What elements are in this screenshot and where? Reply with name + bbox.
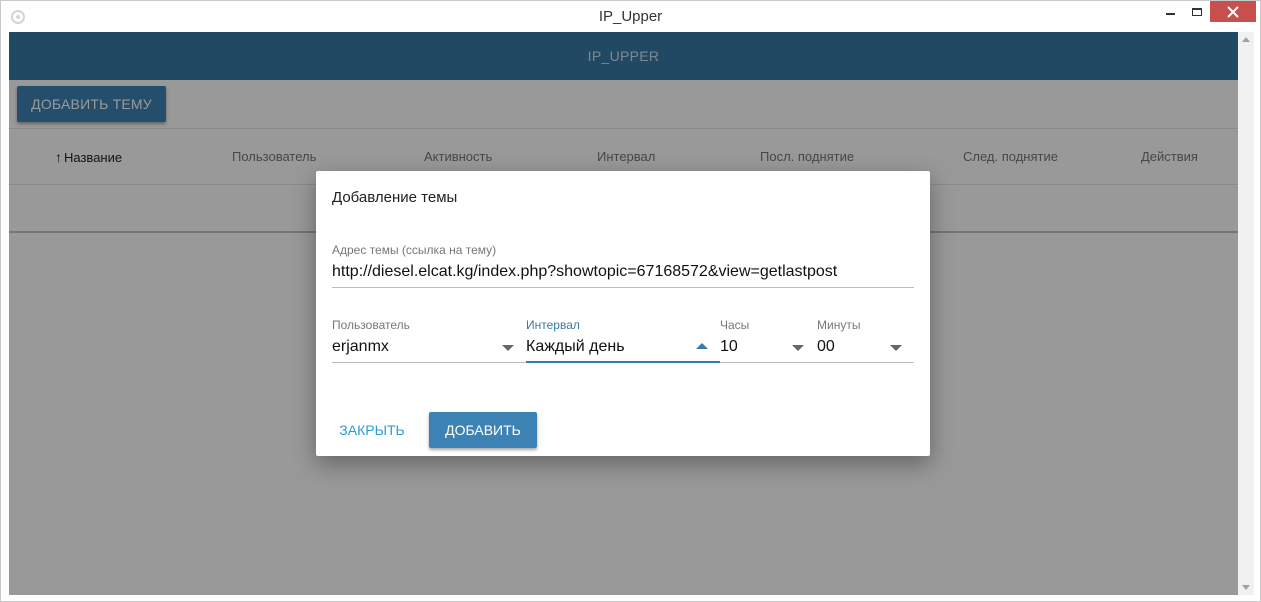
interval-select-label: Интервал: [526, 318, 580, 332]
vertical-scrollbar[interactable]: [1238, 32, 1254, 595]
dialog-title: Добавление темы: [332, 189, 458, 206]
dialog-add-button[interactable]: ДОБАВИТЬ: [429, 412, 537, 448]
interval-select-value[interactable]: Каждый день: [526, 338, 625, 356]
scroll-up-icon[interactable]: [1242, 37, 1250, 42]
minutes-select-underline: [817, 362, 914, 363]
minimize-button[interactable]: [1156, 1, 1184, 22]
scroll-down-icon[interactable]: [1242, 585, 1250, 590]
topic-url-underline: [332, 287, 914, 288]
dialog-close-button[interactable]: ЗАКРЫТЬ: [332, 412, 412, 448]
window-close-button[interactable]: [1210, 1, 1256, 22]
interval-select-underline: [526, 361, 720, 363]
interval-dropdown-icon[interactable]: [696, 343, 708, 349]
user-select-label: Пользователь: [332, 318, 410, 332]
minutes-dropdown-icon[interactable]: [890, 345, 902, 351]
window-title: IP_Upper: [598, 8, 663, 25]
maximize-icon: [1192, 7, 1202, 16]
user-select-underline: [332, 362, 526, 363]
user-select-value[interactable]: erjanmx: [332, 338, 389, 356]
hours-select-underline: [720, 362, 817, 363]
add-topic-dialog: Добавление темы Адрес темы (ссылка на те…: [316, 171, 930, 456]
minutes-select-label: Минуты: [817, 318, 861, 332]
minimize-icon: [1165, 12, 1175, 15]
app-window: IP_Upper IP_UPPER ДОБАВИТЬ ТЕМУ ↑ Названи…: [0, 0, 1261, 602]
hours-select-label: Часы: [720, 318, 750, 332]
topic-url-input[interactable]: [332, 263, 914, 281]
topic-url-label: Адрес темы (ссылка на тему): [332, 243, 497, 257]
close-icon: [1227, 5, 1239, 18]
hours-dropdown-icon[interactable]: [792, 345, 804, 351]
maximize-button[interactable]: [1183, 1, 1211, 22]
window-titlebar[interactable]: IP_Upper: [1, 1, 1260, 32]
user-dropdown-icon[interactable]: [502, 345, 514, 351]
hours-select-value[interactable]: 10: [720, 338, 738, 356]
minutes-select-value[interactable]: 00: [817, 338, 835, 356]
